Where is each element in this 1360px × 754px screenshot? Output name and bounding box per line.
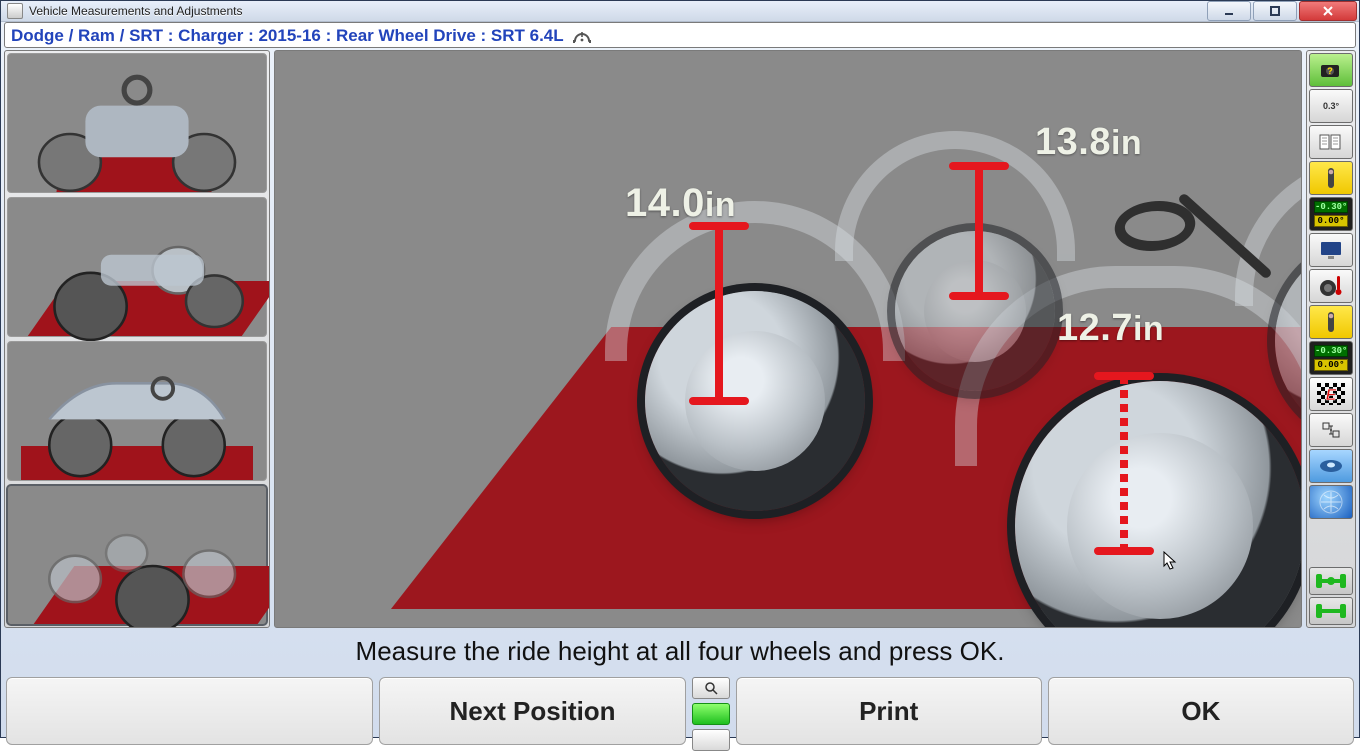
book-icon (1318, 132, 1344, 152)
zoom-button[interactable] (692, 677, 730, 699)
tire-thermometer-icon (1319, 274, 1343, 298)
measurement-front-right[interactable]: 12.7in (1057, 307, 1164, 350)
axle-status-front (1309, 567, 1353, 595)
instruction-text: Measure the ride height at all four whee… (4, 632, 1356, 673)
steering-column (1115, 201, 1275, 321)
thumb-view-4[interactable] (7, 485, 267, 625)
mouse-cursor-icon (1163, 551, 1177, 571)
monitor-button[interactable] (1309, 233, 1353, 267)
axle-front-icon (1312, 570, 1350, 592)
svg-text:?: ? (1327, 66, 1333, 76)
window-controls (1207, 1, 1357, 21)
ride-height-marker-fr (1120, 376, 1128, 551)
tool-rail: ? 0.3° -0.30° 0.00° (1306, 50, 1356, 628)
maximize-icon (1269, 5, 1281, 17)
manual-button[interactable] (1309, 125, 1353, 159)
symmetry-button[interactable] (1309, 413, 1353, 447)
thumb-view-3[interactable] (7, 341, 267, 481)
window-title: Vehicle Measurements and Adjustments (29, 4, 1201, 18)
level-icon (1317, 456, 1345, 476)
bottom-button-row: Next Position Print OK (4, 677, 1356, 751)
close-icon (1321, 5, 1335, 17)
thumb-1-graphic (8, 54, 266, 209)
frame-body: Dodge / Ram / SRT : Charger : 2015-16 : … (1, 22, 1359, 754)
print-button[interactable]: Print (736, 677, 1042, 745)
svg-text:E: E (1326, 387, 1338, 404)
express-flag-icon: E (1317, 383, 1345, 405)
close-button[interactable] (1299, 1, 1357, 21)
globe-button[interactable] (1309, 485, 1353, 519)
thumb-view-1[interactable] (7, 53, 267, 193)
magnifier-icon (704, 681, 718, 695)
tire-temp-button[interactable] (1309, 269, 1353, 303)
thumb-3-graphic (8, 342, 266, 497)
thumb-2-graphic (8, 198, 266, 353)
measurement-rear-right[interactable]: 13.8in (1035, 121, 1142, 164)
measurement-rear-left[interactable]: 14.0in (625, 181, 736, 226)
sensor-icon (1320, 310, 1342, 334)
sensor-icon (1320, 166, 1342, 190)
sensor-toggle-b[interactable] (1309, 305, 1353, 339)
sensor-toggle-a[interactable] (1309, 161, 1353, 195)
wheel-rear-left (645, 291, 865, 511)
blank-button-left[interactable] (6, 677, 373, 745)
extra-button[interactable] (692, 729, 730, 751)
app-window: Vehicle Measurements and Adjustments Dod… (0, 0, 1360, 738)
status-indicator[interactable] (692, 703, 730, 725)
thumbnail-strip[interactable] (4, 50, 270, 628)
main-3d-viewport[interactable]: 14.0in 13.8in 13.2in 12.7in (274, 50, 1302, 628)
globe-icon (1318, 489, 1344, 515)
axle-rear-icon (1312, 600, 1350, 622)
titlebar: Vehicle Measurements and Adjustments (1, 1, 1359, 22)
vehicle-spec-text: Dodge / Ram / SRT : Charger : 2015-16 : … (11, 27, 564, 44)
ride-height-marker-rl (715, 226, 723, 401)
vehicle-spec-bar: Dodge / Ram / SRT : Charger : 2015-16 : … (4, 22, 1356, 48)
help-camera-icon: ? (1319, 59, 1343, 81)
tpms-icon (572, 25, 592, 45)
axle-status-rear (1309, 597, 1353, 625)
readout-b-button[interactable]: -0.30° 0.00° (1309, 341, 1353, 375)
level-button[interactable] (1309, 449, 1353, 483)
maximize-button[interactable] (1253, 1, 1297, 21)
thumb-view-2[interactable] (7, 197, 267, 337)
minimize-icon (1223, 5, 1235, 17)
ride-height-marker-rr (975, 166, 983, 296)
app-icon (7, 3, 23, 19)
symmetry-icon (1319, 419, 1343, 441)
monitor-icon (1318, 239, 1344, 261)
help-button[interactable]: ? (1309, 53, 1353, 87)
express-button[interactable]: E (1309, 377, 1353, 411)
next-position-button[interactable]: Next Position (379, 677, 685, 745)
minimize-button[interactable] (1207, 1, 1251, 21)
angle-readout[interactable]: 0.3° (1309, 89, 1353, 123)
ok-button[interactable]: OK (1048, 677, 1354, 745)
thumb-4-graphic (8, 486, 266, 628)
readout-a-button[interactable]: -0.30° 0.00° (1309, 197, 1353, 231)
